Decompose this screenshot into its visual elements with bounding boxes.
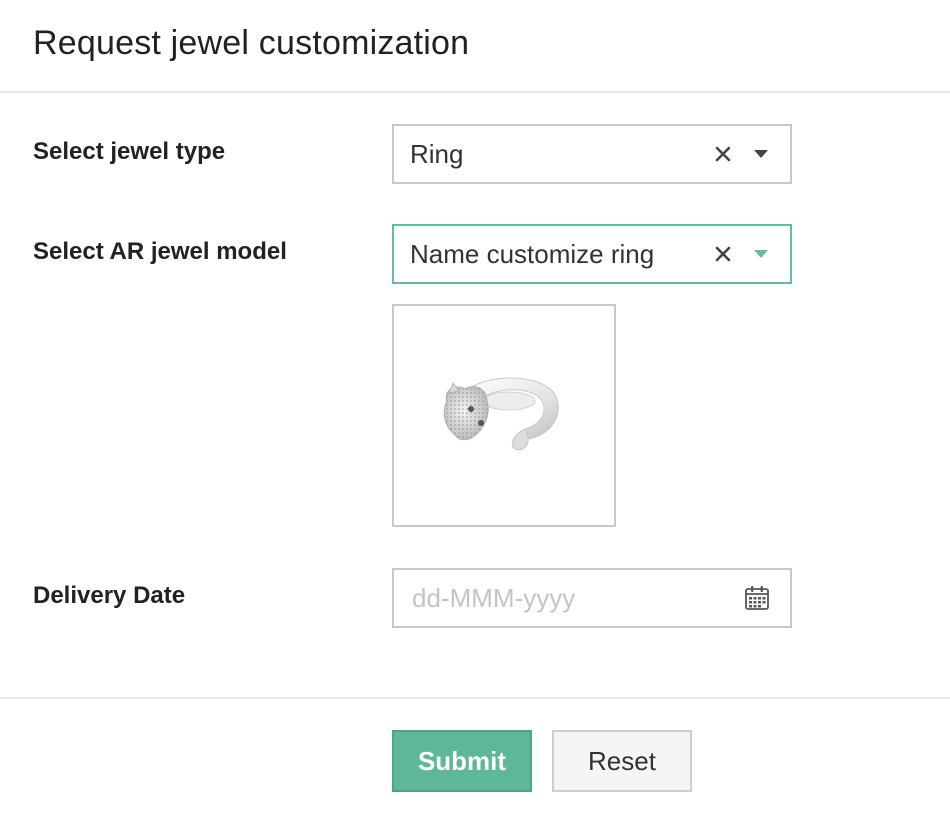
delivery-date-field[interactable]	[392, 568, 792, 628]
submit-button[interactable]: Submit	[392, 730, 532, 792]
footer-divider	[0, 697, 950, 699]
close-icon[interactable]	[710, 241, 736, 267]
jewel-type-label: Select jewel type	[33, 138, 226, 165]
delivery-date-label: Delivery Date	[33, 582, 186, 609]
calendar-icon[interactable]	[742, 583, 772, 613]
ar-model-select[interactable]: Name customize ring	[392, 224, 792, 284]
reset-button[interactable]: Reset	[552, 730, 692, 792]
ring-image	[443, 377, 559, 450]
ar-model-label: Select AR jewel model	[33, 238, 287, 265]
close-icon[interactable]	[710, 141, 736, 167]
dialog-header: Request jewel customization	[0, 0, 950, 93]
jewel-type-value: Ring	[410, 138, 464, 169]
chevron-down-icon[interactable]	[750, 243, 772, 265]
ar-model-value: Name customize ring	[410, 238, 655, 269]
page-title: Request jewel customization	[33, 24, 470, 62]
chevron-down-icon[interactable]	[750, 143, 772, 165]
jewel-type-select[interactable]: Ring	[392, 124, 792, 184]
model-preview	[392, 304, 616, 527]
delivery-date-input[interactable]	[410, 581, 742, 615]
